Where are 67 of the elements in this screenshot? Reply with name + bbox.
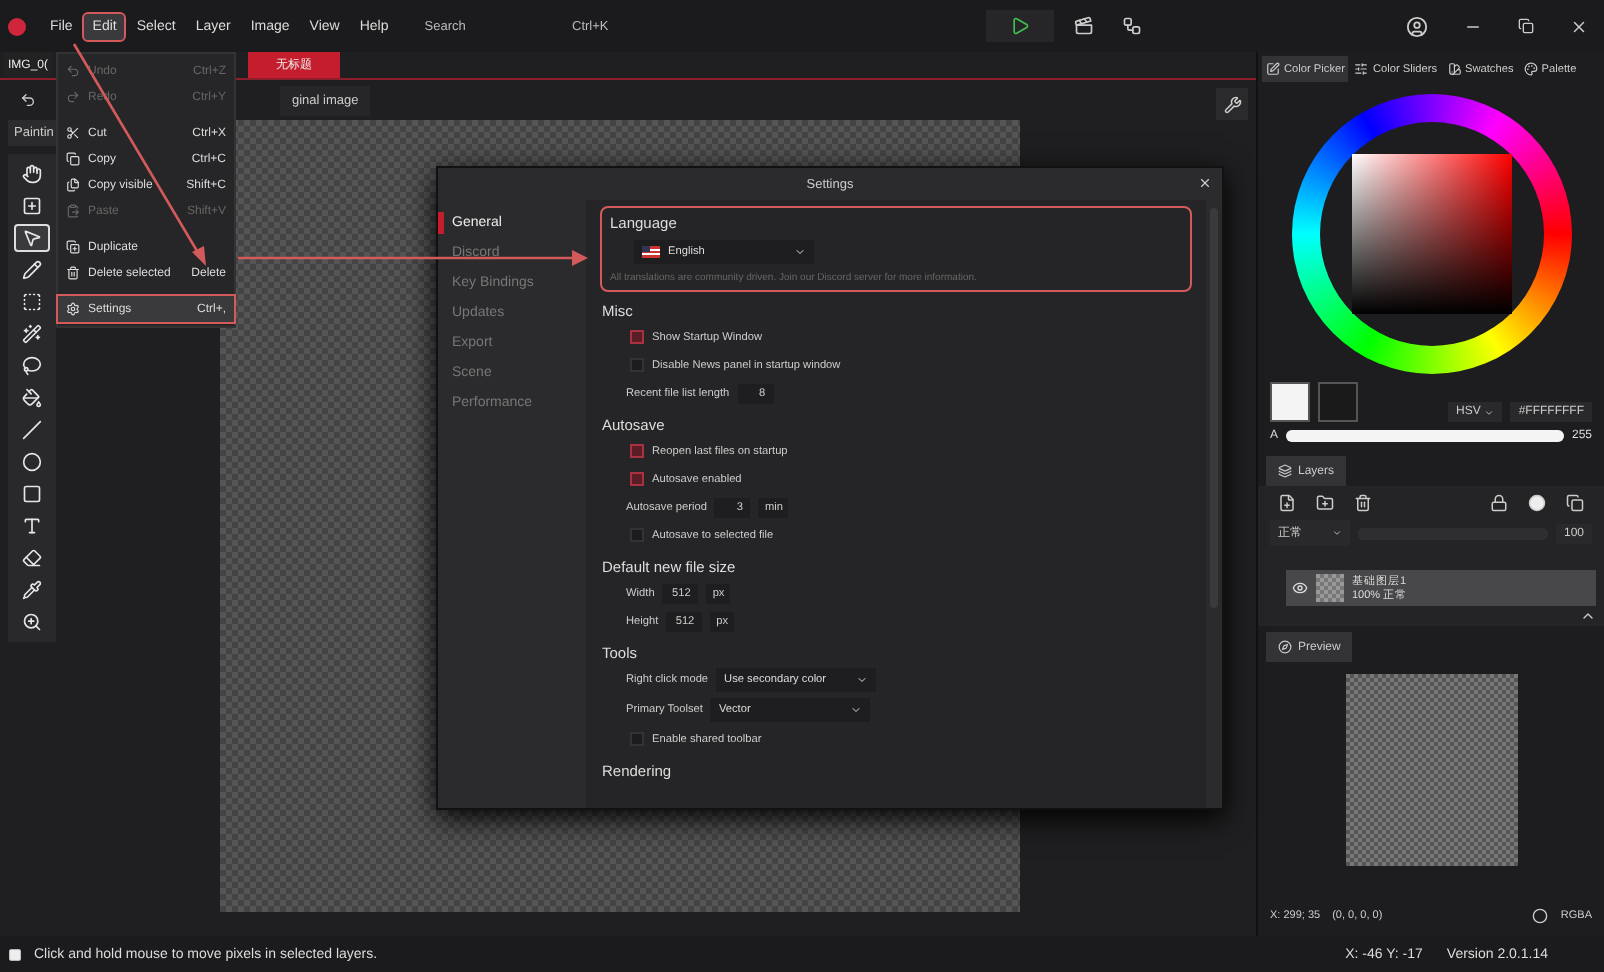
copy-icon — [1566, 494, 1584, 512]
node-graph-icon — [1121, 16, 1142, 36]
checkbox[interactable] — [630, 444, 644, 458]
restore-icon — [1518, 18, 1534, 34]
play-button[interactable] — [985, 10, 1054, 42]
pointer-icon — [22, 228, 42, 248]
pen-square-icon — [1266, 62, 1280, 76]
compass-icon — [1278, 640, 1292, 654]
undo-icon — [20, 92, 36, 108]
dashed-square-icon — [22, 292, 42, 312]
lasso-icon — [22, 356, 42, 376]
checkbox[interactable] — [630, 330, 644, 344]
eraser-icon — [22, 548, 42, 568]
caret-icon — [1332, 528, 1342, 538]
line-icon — [22, 420, 42, 440]
saturation-value-square[interactable] — [1351, 154, 1511, 314]
square-icon — [8, 947, 22, 961]
checkbox[interactable] — [630, 472, 644, 486]
flag-icon — [642, 246, 660, 258]
app-logo-icon — [8, 17, 26, 35]
user-icon — [1406, 15, 1428, 37]
caret-icon — [1484, 407, 1495, 417]
eyedropper-icon — [22, 580, 42, 600]
circle-icon — [1532, 908, 1549, 924]
filled-circle-icon — [1528, 494, 1546, 512]
play-icon — [1009, 16, 1030, 36]
scissors-icon — [66, 126, 80, 140]
primary-color-swatch[interactable] — [1270, 382, 1310, 422]
text-icon — [22, 516, 42, 536]
circle-icon — [22, 452, 42, 472]
caret-icon — [850, 704, 863, 716]
caret-icon — [794, 246, 806, 258]
copy-icon — [66, 152, 80, 166]
eye-icon — [1292, 580, 1308, 596]
alpha-slider-fill[interactable] — [1286, 430, 1564, 442]
duplicate-icon — [66, 240, 80, 254]
tool-button[interactable] — [14, 224, 50, 252]
hand-icon — [22, 164, 42, 184]
paint-bucket-icon — [22, 388, 42, 408]
caret-icon — [856, 674, 869, 686]
pencil-icon — [22, 260, 42, 280]
square-plus-icon — [22, 196, 42, 216]
settings-icon — [66, 302, 80, 316]
close-icon — [1570, 17, 1588, 35]
chevron-up-icon — [1580, 608, 1596, 624]
layers-icon — [1278, 464, 1292, 478]
clipboard-icon — [66, 204, 80, 218]
wrench-icon — [1223, 95, 1241, 113]
close-icon — [1198, 176, 1212, 190]
layer-thumbnail — [1316, 574, 1344, 602]
swatch-book-icon — [1447, 62, 1461, 76]
wand-icon — [22, 324, 42, 344]
file-plus-icon — [1278, 494, 1296, 512]
zoom-icon — [22, 612, 42, 632]
secondary-color-swatch[interactable] — [1318, 382, 1358, 422]
palette-icon — [1523, 62, 1538, 76]
sliders-icon — [1354, 62, 1369, 76]
clapperboard-icon — [1073, 16, 1094, 36]
folder-plus-icon — [1316, 494, 1334, 512]
wrench-button[interactable] — [1216, 88, 1248, 120]
files-icon — [66, 178, 80, 192]
trash-icon — [1354, 494, 1372, 512]
lock-icon — [1490, 494, 1508, 512]
undo-icon — [66, 64, 80, 78]
square-icon — [22, 484, 42, 504]
trash-icon — [66, 266, 80, 280]
redo-icon — [66, 90, 80, 104]
